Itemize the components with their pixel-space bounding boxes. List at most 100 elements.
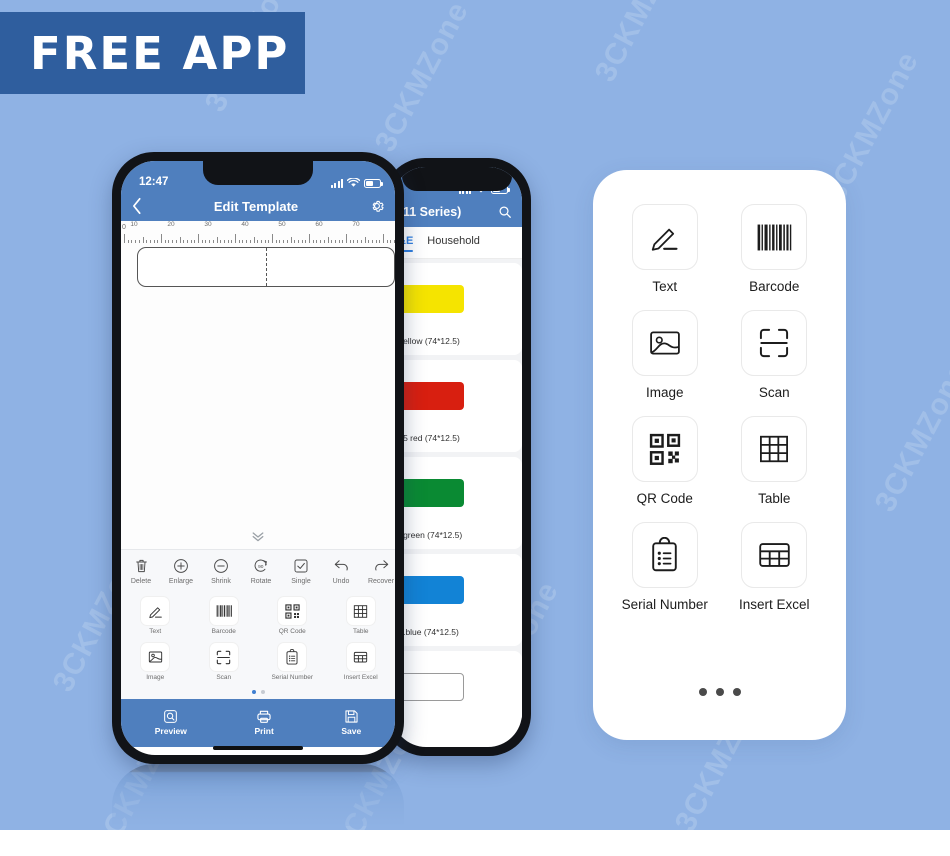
panel-item-label: Scan bbox=[758, 385, 790, 400]
list-item-caption: ...green (74*12.5) bbox=[396, 530, 463, 540]
insert-item-insert-excel[interactable]: Insert Excel bbox=[327, 639, 396, 685]
zoom-in-icon bbox=[172, 556, 191, 575]
bottom-white-strip bbox=[0, 830, 950, 856]
insert-item-qr-code[interactable]: QR Code bbox=[258, 593, 327, 639]
insert-item-label: Scan bbox=[216, 674, 232, 681]
panel-item-table[interactable]: Table bbox=[725, 416, 825, 506]
list-item-caption: r...blue (74*12.5) bbox=[396, 627, 459, 637]
toolbar-label: Single bbox=[291, 578, 311, 585]
insert-item-barcode[interactable]: Barcode bbox=[190, 593, 259, 639]
panel-item-image[interactable]: Image bbox=[615, 310, 715, 400]
qr-code-icon bbox=[631, 416, 698, 482]
qr-code-icon bbox=[277, 596, 308, 626]
page-dot-active[interactable] bbox=[251, 690, 256, 694]
gear-icon[interactable] bbox=[369, 198, 385, 214]
ruler-tick-label: 40 bbox=[241, 221, 249, 228]
insert-grid-page-dots[interactable] bbox=[121, 687, 395, 699]
insert-item-scan[interactable]: Scan bbox=[190, 639, 259, 685]
save-button-label: Save bbox=[341, 726, 362, 736]
insert-item-table[interactable]: Table bbox=[327, 593, 396, 639]
checkbox-icon bbox=[292, 556, 311, 575]
insert-item-serial-number[interactable]: Serial Number bbox=[258, 639, 327, 685]
panel-item-label: Text bbox=[652, 279, 678, 294]
chevron-double-down-icon[interactable] bbox=[250, 531, 266, 543]
chevron-left-icon[interactable] bbox=[131, 197, 143, 215]
toolbar-label: Shrink bbox=[211, 578, 231, 585]
label-template-shape[interactable] bbox=[137, 247, 395, 287]
page-dot[interactable] bbox=[715, 688, 724, 696]
page-dot[interactable] bbox=[260, 690, 265, 694]
toolbar-label: Rotate bbox=[250, 578, 272, 585]
panel-item-serial-number[interactable]: Serial Number bbox=[615, 522, 715, 612]
ruler-tick-label: 30 bbox=[204, 221, 212, 228]
page-dot[interactable] bbox=[732, 688, 741, 696]
edit-toolbar[interactable]: Delete Enlarge Shrink 90 Rotate Single U… bbox=[121, 549, 395, 589]
toolbar-item-undo[interactable]: Undo bbox=[321, 556, 361, 585]
toolbar-item-recover[interactable]: Recover bbox=[361, 556, 395, 585]
pencil-icon bbox=[631, 204, 698, 270]
save-button[interactable]: Save bbox=[341, 708, 361, 736]
feature-panel-grid[interactable]: Text Barcode Image Scan QR Code Table Se… bbox=[615, 204, 824, 612]
template-canvas[interactable] bbox=[121, 243, 395, 549]
list-item[interactable]: 油）(74*12.5) bbox=[392, 651, 522, 719]
phone2-nav-bar: 011 Series) bbox=[392, 197, 522, 227]
poster-stage: 3CKMZone 3CKMZone 3CKMZone 3CKMZone 3CKM… bbox=[0, 0, 950, 856]
wifi-icon bbox=[347, 178, 360, 187]
list-item[interactable]: r...blue (74*12.5) bbox=[392, 554, 522, 646]
floppy-save-icon bbox=[343, 708, 359, 724]
page-title: Edit Template bbox=[213, 198, 299, 214]
panel-item-label: QR Code bbox=[636, 491, 693, 506]
phone-mockup-primary: 12:47 Edit Template 10 20 30 40 50 60 70… bbox=[112, 152, 404, 764]
toolbar-item-delete[interactable]: Delete bbox=[121, 556, 161, 585]
watermark: 3CKMZone bbox=[588, 0, 696, 88]
feature-panel-page-dots[interactable] bbox=[593, 688, 846, 696]
signal-bars-icon bbox=[331, 178, 343, 188]
page-dot[interactable] bbox=[698, 688, 707, 696]
panel-item-scan[interactable]: Scan bbox=[725, 310, 825, 400]
table-icon bbox=[345, 596, 376, 626]
list-item-caption: ...5 red (74*12.5) bbox=[396, 433, 460, 443]
panel-item-insert-excel[interactable]: Insert Excel bbox=[725, 522, 825, 612]
redo-arrow-icon bbox=[372, 556, 391, 575]
spreadsheet-icon bbox=[741, 522, 808, 588]
feature-panel: Text Barcode Image Scan QR Code Table Se… bbox=[593, 170, 846, 740]
phone1-notch bbox=[203, 161, 313, 185]
toolbar-item-shrink[interactable]: Shrink bbox=[201, 556, 241, 585]
search-icon[interactable] bbox=[498, 205, 512, 219]
watermark: 3CKMZone bbox=[368, 0, 476, 158]
preview-button-label: Preview bbox=[154, 726, 187, 736]
print-button[interactable]: Print bbox=[254, 708, 274, 736]
list-item[interactable]: ...green (74*12.5) bbox=[392, 457, 522, 549]
insert-item-image[interactable]: Image bbox=[121, 639, 190, 685]
barcode-icon bbox=[208, 596, 239, 626]
table-icon bbox=[741, 416, 808, 482]
toolbar-item-single[interactable]: Single bbox=[281, 556, 321, 585]
free-app-banner: FREE APP bbox=[0, 12, 305, 94]
phone2-tab-bar[interactable]: &E Household bbox=[392, 227, 522, 259]
spreadsheet-icon bbox=[345, 642, 376, 672]
insert-item-text[interactable]: Text bbox=[121, 593, 190, 639]
insert-item-label: Image bbox=[146, 674, 165, 681]
clipboard-list-icon bbox=[277, 642, 308, 672]
insert-element-grid[interactable]: Text Barcode QR Code Table Image Scan Se… bbox=[121, 589, 395, 687]
insert-item-label: Text bbox=[149, 628, 162, 635]
toolbar-item-enlarge[interactable]: Enlarge bbox=[161, 556, 201, 585]
svg-text:90: 90 bbox=[258, 563, 264, 569]
phone1-bottom-bar[interactable]: Preview Print Save bbox=[121, 699, 395, 747]
preview-button[interactable]: Preview bbox=[155, 708, 187, 736]
list-item[interactable]: ...ellow (74*12.5) bbox=[392, 263, 522, 355]
toolbar-label: Delete bbox=[130, 578, 152, 585]
list-item[interactable]: ...5 red (74*12.5) bbox=[392, 360, 522, 452]
image-icon bbox=[631, 310, 698, 376]
toolbar-item-rotate[interactable]: 90 Rotate bbox=[241, 556, 281, 585]
panel-item-label: Serial Number bbox=[621, 597, 708, 612]
phone2-label-list[interactable]: ...ellow (74*12.5) ...5 red (74*12.5) ..… bbox=[392, 259, 522, 719]
phone2-tab-1[interactable]: Household bbox=[427, 235, 480, 250]
panel-item-qr-code[interactable]: QR Code bbox=[615, 416, 715, 506]
panel-item-barcode[interactable]: Barcode bbox=[725, 204, 825, 294]
panel-item-label: Table bbox=[758, 491, 791, 506]
panel-item-text[interactable]: Text bbox=[615, 204, 715, 294]
ruler-ticks bbox=[121, 232, 395, 243]
image-icon bbox=[140, 642, 171, 672]
trash-icon bbox=[132, 556, 151, 575]
